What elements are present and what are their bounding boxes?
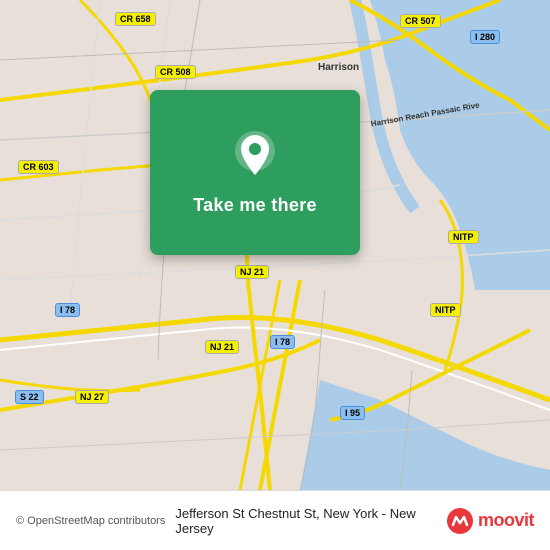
- moovit-label: moovit: [478, 510, 534, 531]
- road-badge-nj21a: NJ 21: [235, 265, 269, 279]
- road-badge-nj21b: NJ 21: [205, 340, 239, 354]
- attribution-text: © OpenStreetMap contributors: [16, 515, 165, 527]
- road-badge-cr603: CR 603: [18, 160, 59, 174]
- map-container: CR 658 CR 507 I 280 CR 508 CR 603 NJ 21 …: [0, 0, 550, 490]
- moovit-icon: [446, 507, 474, 535]
- location-text: Jefferson St Chestnut St, New York - New…: [175, 506, 446, 536]
- road-badge-i280: I 280: [470, 30, 500, 44]
- road-badge-nitp2: NITP: [430, 303, 461, 317]
- road-badge-cr508: CR 508: [155, 65, 196, 79]
- road-badge-s22: S 22: [15, 390, 44, 404]
- road-badge-i95: I 95: [340, 406, 365, 420]
- bottom-bar: © OpenStreetMap contributors Jefferson S…: [0, 490, 550, 550]
- location-pin-icon: [229, 129, 281, 181]
- take-me-there-button[interactable]: Take me there: [193, 195, 317, 216]
- road-badge-i78a: I 78: [55, 303, 80, 317]
- road-badge-nj27: NJ 27: [75, 390, 109, 404]
- road-badge-i78b: I 78: [270, 335, 295, 349]
- moovit-logo: moovit: [446, 507, 534, 535]
- place-label-harrison: Harrison: [318, 62, 359, 73]
- road-badge-cr507: CR 507: [400, 14, 441, 28]
- road-badge-nitp1: NITP: [448, 230, 479, 244]
- road-badge-cr658: CR 658: [115, 12, 156, 26]
- location-card[interactable]: Take me there: [150, 90, 360, 255]
